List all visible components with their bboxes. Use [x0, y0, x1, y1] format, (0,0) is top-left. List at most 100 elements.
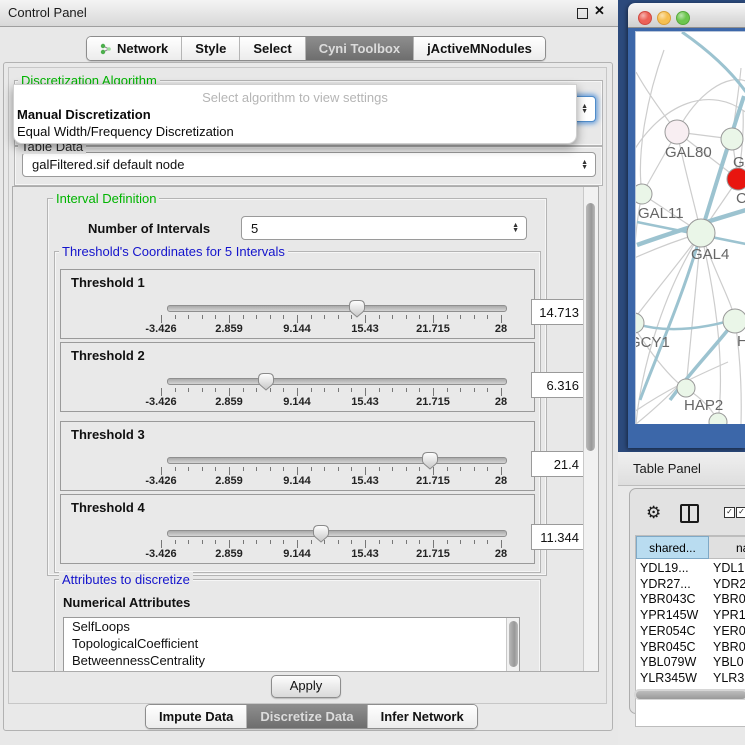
network-node[interactable]	[677, 379, 695, 397]
algorithm-option[interactable]: Manual Discretization	[17, 107, 151, 122]
tab-discretize-data[interactable]: Discretize Data	[246, 705, 366, 728]
bottom-tab-bar: Impute DataDiscretize DataInfer Network	[145, 704, 478, 729]
table-column-header[interactable]: name	[709, 536, 745, 559]
algorithm-option[interactable]: Equal Width/Frequency Discretization	[17, 124, 234, 139]
slider-tick	[379, 315, 380, 319]
slider-track[interactable]	[167, 305, 507, 312]
slider-tick	[161, 388, 162, 396]
table-cell[interactable]: YDR27...	[640, 577, 707, 591]
table-cell[interactable]: YBR0	[713, 640, 745, 654]
table-cell[interactable]: YLR3	[713, 671, 745, 685]
slider-tick	[365, 467, 366, 475]
table-data-combobox[interactable]: galFiltered.sif default node ▲▼	[22, 152, 596, 177]
apply-button[interactable]: Apply	[271, 675, 341, 698]
table-panel-title: Table Panel	[633, 461, 701, 476]
slider-thumb[interactable]	[257, 372, 275, 391]
scrollbar-thumb[interactable]	[586, 203, 595, 451]
slider-track[interactable]	[167, 457, 507, 464]
numerical-attributes-list[interactable]: SelfLoopsTopologicalCoefficientBetweenne…	[63, 617, 520, 672]
tab-impute-data[interactable]: Impute Data	[146, 705, 246, 728]
slider-thumb[interactable]	[348, 299, 366, 318]
slider-tick-label: 15.43	[351, 548, 379, 560]
scrollbar-thumb[interactable]	[636, 691, 745, 699]
slider-tick	[188, 315, 189, 319]
table-panel-box: ⚙ ✓ ✓ shared...nameYDL19...YDL1YDR27...Y…	[629, 488, 745, 714]
tab-network[interactable]: Network	[87, 37, 181, 60]
attribute-list-item[interactable]: TopologicalCoefficient	[64, 635, 519, 652]
node-label: GAL80	[665, 144, 712, 161]
slider-thumb[interactable]	[421, 451, 439, 470]
table-cell[interactable]: YBR0	[713, 592, 745, 606]
slider-track[interactable]	[167, 530, 507, 537]
checkbox-icon[interactable]: ✓	[724, 507, 735, 518]
slider-tick	[311, 467, 312, 471]
tab-style[interactable]: Style	[181, 37, 239, 60]
network-node[interactable]	[636, 313, 644, 333]
network-node[interactable]	[636, 184, 652, 204]
scrollbar-thumb[interactable]	[509, 621, 518, 667]
slider-tick-label: 21.715	[416, 475, 450, 487]
tab-jactivemnodules[interactable]: jActiveMNodules	[413, 37, 545, 60]
table-cell[interactable]: YER054C	[640, 624, 707, 638]
tab-cyni-toolbox[interactable]: Cyni Toolbox	[305, 37, 413, 60]
node-label: GAL4	[691, 246, 729, 263]
columns-icon[interactable]	[680, 504, 699, 523]
slider-tick-label: 2.859	[215, 475, 243, 487]
table-cell[interactable]: YBR043C	[640, 592, 707, 606]
table-cell[interactable]: YDL19...	[640, 561, 707, 575]
number-of-intervals-combobox[interactable]: 5 ▲▼	[241, 216, 527, 240]
slider-tick	[460, 315, 461, 319]
threshold-value-field[interactable]: 21.4	[531, 451, 586, 477]
network-node[interactable]	[665, 120, 689, 144]
table-cell[interactable]: YPR1	[713, 608, 745, 622]
attributes-list-scrollbar[interactable]	[506, 618, 519, 672]
threshold-value-field[interactable]: 14.713	[531, 299, 586, 325]
network-node[interactable]	[709, 413, 727, 424]
network-canvas[interactable]: GAL80GACGAL11GAL4GCY1HHAP2	[635, 31, 745, 424]
checkbox-icon[interactable]: ✓	[736, 507, 745, 518]
tab-infer-network[interactable]: Infer Network	[367, 705, 477, 728]
attribute-list-item[interactable]: BetweennessCentrality	[64, 652, 519, 669]
table-column-header[interactable]: shared...	[636, 536, 709, 559]
control-panel-title: Control Panel	[8, 5, 87, 20]
slider-tick	[419, 315, 420, 319]
minimize-light[interactable]	[657, 11, 671, 25]
network-node[interactable]	[687, 219, 715, 247]
gear-icon[interactable]: ⚙	[646, 503, 661, 523]
table-cell[interactable]: YLR345W	[640, 671, 707, 685]
close-light[interactable]	[638, 11, 652, 25]
settings-vertical-scrollbar[interactable]	[583, 187, 598, 671]
slider-tick	[447, 467, 448, 471]
slider-tick	[202, 467, 203, 471]
tab-select[interactable]: Select	[239, 37, 304, 60]
float-window-icon[interactable]	[577, 8, 588, 19]
zoom-light[interactable]	[676, 11, 690, 25]
attribute-list-item[interactable]: SelfLoops	[64, 618, 519, 635]
slider-tick-label: 2.859	[215, 323, 243, 335]
algorithm-popup-hint: Select algorithm to view settings	[14, 90, 576, 105]
network-icon	[100, 43, 112, 55]
network-node[interactable]	[727, 168, 745, 190]
threshold-value-field[interactable]: 6.316	[531, 372, 586, 398]
table-cell[interactable]: YBL079W	[640, 655, 707, 669]
table-cell[interactable]: YER0	[713, 624, 745, 638]
slider-tick	[175, 388, 176, 392]
network-node[interactable]	[723, 309, 745, 333]
table-cell[interactable]: YBR045C	[640, 640, 707, 654]
slider-thumb[interactable]	[312, 524, 330, 543]
algorithm-dropdown-popup: Select algorithm to view settings Manual…	[13, 84, 577, 144]
combo-stepper-icon: ▲▼	[581, 104, 588, 114]
close-icon[interactable]: ✕	[594, 3, 605, 19]
table-cell[interactable]: YDR2	[713, 577, 745, 591]
slider-tick-label: 21.715	[416, 548, 450, 560]
threshold-value-field[interactable]: 11.344	[531, 524, 586, 550]
table-horizontal-scrollbar[interactable]	[634, 689, 745, 700]
slider-track[interactable]	[167, 378, 507, 385]
table-cell[interactable]: YDL1	[713, 561, 745, 575]
table-cell[interactable]: YBL0	[713, 655, 745, 669]
slider-tick	[229, 388, 230, 396]
table-cell[interactable]: YPR145W	[640, 608, 707, 622]
threshold-label: Threshold 3	[71, 427, 145, 442]
network-node[interactable]	[721, 128, 743, 150]
slider-tick	[447, 315, 448, 319]
